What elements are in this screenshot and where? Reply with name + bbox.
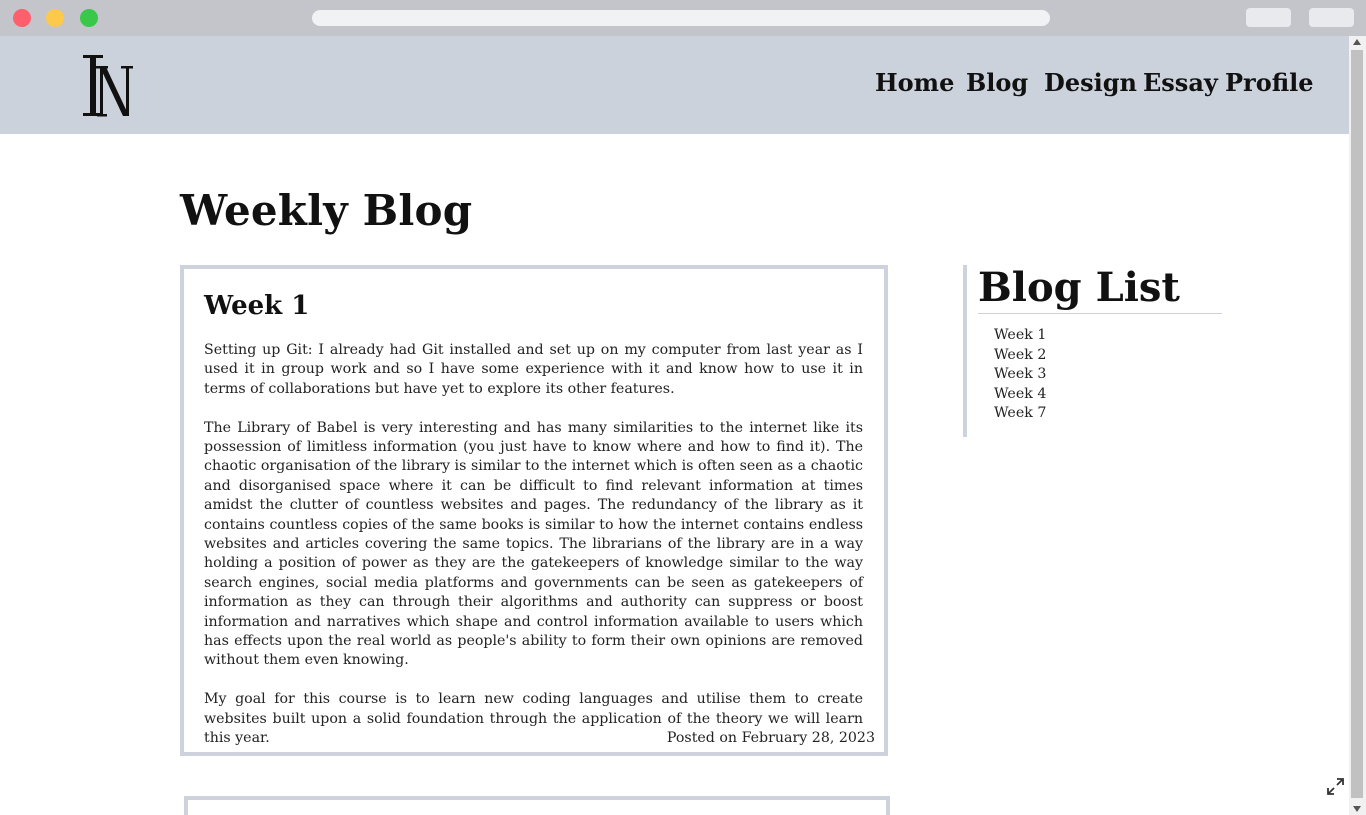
next-blog-post xyxy=(184,796,890,815)
post-date: Posted on February 28, 2023 xyxy=(666,730,875,746)
blog-list: Week 1 Week 2 Week 3 Week 4 Week 7 xyxy=(994,326,1046,424)
close-window-button[interactable] xyxy=(13,9,31,27)
address-bar[interactable] xyxy=(312,10,1050,26)
blog-post: Week 1 Setting up Git: I already had Git… xyxy=(180,265,888,756)
post-paragraph: Setting up Git: I already had Git instal… xyxy=(204,342,863,397)
browser-chrome xyxy=(0,0,1366,36)
post-body: Setting up Git: I already had Git instal… xyxy=(204,341,863,768)
expand-arrows-icon xyxy=(1327,778,1344,795)
nav-home[interactable]: Home xyxy=(875,68,954,97)
blog-list-item-week-4[interactable]: Week 4 xyxy=(994,385,1046,405)
expand-icon[interactable] xyxy=(1326,777,1345,796)
browser-toolbar-button[interactable] xyxy=(1246,8,1291,27)
page-title: Weekly Blog xyxy=(180,186,473,235)
post-title: Week 1 xyxy=(204,291,310,321)
blog-list-sidebar: Blog List Week 1 Week 2 Week 3 Week 4 We… xyxy=(963,264,1222,437)
post-paragraph: The Library of Babel is very interesting… xyxy=(204,419,863,669)
nav-blog[interactable]: Blog xyxy=(966,68,1028,97)
blog-list-item-week-2[interactable]: Week 2 xyxy=(994,346,1046,366)
blog-list-item-week-7[interactable]: Week 7 xyxy=(994,404,1046,424)
nav-profile[interactable]: Profile xyxy=(1225,68,1314,97)
blog-list-item-week-1[interactable]: Week 1 xyxy=(994,326,1046,346)
logo-icon xyxy=(83,55,133,117)
site-header: Home Blog Design Essay Profile xyxy=(0,36,1349,134)
scroll-up-icon[interactable] xyxy=(1353,39,1361,45)
scroll-down-icon[interactable] xyxy=(1353,806,1361,812)
scroll-thumb[interactable] xyxy=(1351,50,1363,798)
vertical-scrollbar[interactable] xyxy=(1349,36,1366,815)
nav-essay[interactable]: Essay xyxy=(1143,68,1218,97)
site-logo[interactable] xyxy=(80,53,138,119)
blog-list-item-week-3[interactable]: Week 3 xyxy=(994,365,1046,385)
maximize-window-button[interactable] xyxy=(80,9,98,27)
browser-toolbar-button[interactable] xyxy=(1309,8,1354,27)
nav-design[interactable]: Design xyxy=(1044,68,1137,97)
sidebar-title: Blog List xyxy=(978,264,1222,314)
minimize-window-button[interactable] xyxy=(46,9,64,27)
